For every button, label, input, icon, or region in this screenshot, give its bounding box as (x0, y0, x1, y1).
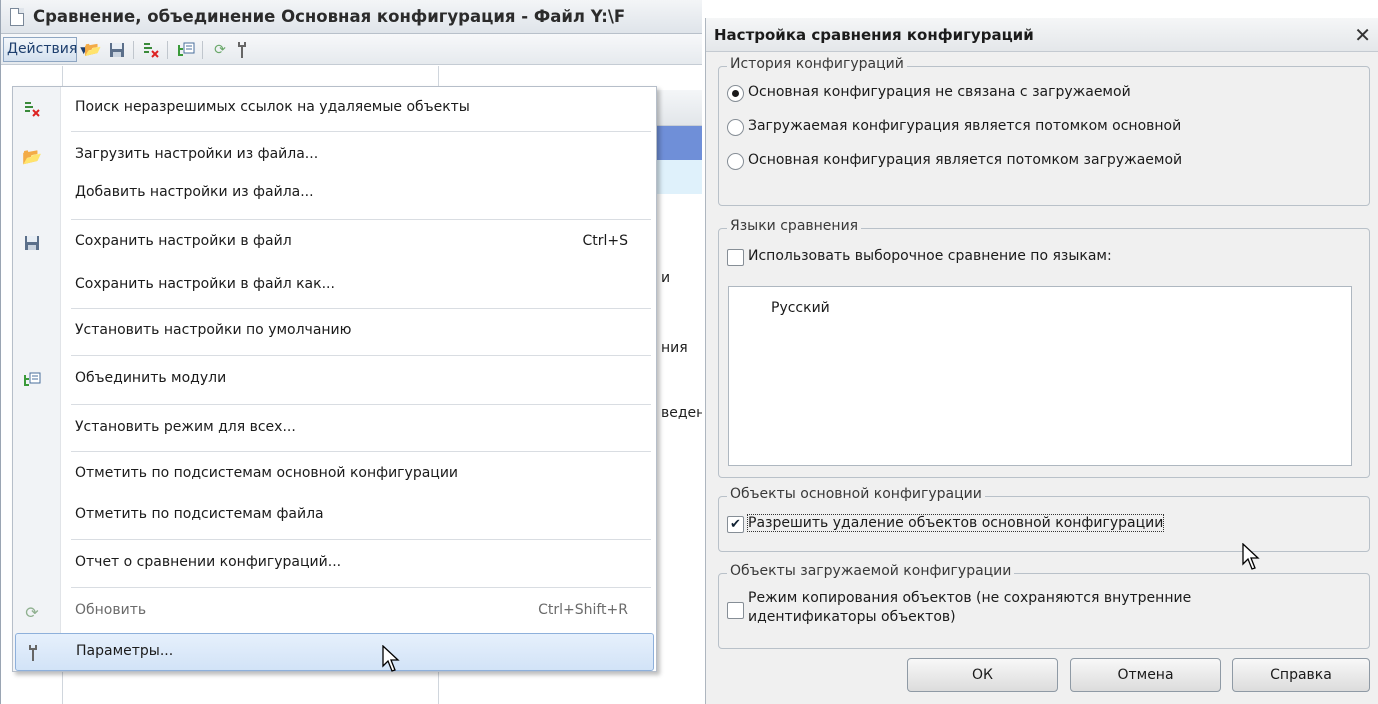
menu-item-label: Отчет о сравнении конфигураций... (75, 554, 342, 570)
merge-modules-icon (21, 369, 43, 391)
menu-item-shortcut: Ctrl+Shift+R (538, 602, 628, 618)
checkbox[interactable] (727, 602, 744, 619)
menu-item-label: Добавить настройки из файла... (75, 184, 314, 200)
merge-modules-icon[interactable] (177, 41, 195, 59)
close-icon[interactable]: ✕ (1354, 23, 1371, 47)
toolbar-separator (133, 41, 134, 59)
checkbox[interactable]: ✔ (727, 516, 744, 533)
folder-open-icon[interactable]: 📂 (84, 41, 102, 59)
menu-separator (71, 308, 651, 309)
checkbox[interactable] (727, 249, 744, 266)
refresh-icon[interactable]: ⟳ (211, 41, 229, 59)
folder-open-icon: 📂 (22, 146, 42, 166)
toolbar-separator (202, 41, 203, 59)
window-title: Сравнение, объединение Основная конфигур… (33, 7, 626, 26)
radio-button[interactable] (727, 119, 744, 136)
document-icon (10, 8, 24, 26)
menu-item-save-settings[interactable]: Сохранить настройки в файл Ctrl+S (13, 224, 656, 262)
actions-menu-button[interactable]: Действия ▼ (3, 37, 87, 62)
menu-item-label: Установить настройки по умолчанию (75, 322, 352, 338)
toolbar-separator (167, 41, 168, 59)
menu-separator (71, 587, 651, 588)
menu-item-add-settings[interactable]: Добавить настройки из файла... (13, 175, 656, 213)
menu-item-label: Сохранить настройки в файл (75, 233, 292, 249)
dialog-titlebar: Настройка сравнения конфигураций ✕ (706, 18, 1378, 52)
dialog-title: Настройка сравнения конфигураций (714, 26, 1034, 44)
mouse-cursor-icon (382, 645, 400, 672)
actions-dropdown-menu: Поиск неразрешимых ссылок на удаляемые о… (12, 86, 657, 672)
loaded-objects-group: Объекты загружаемой конфигурации Режим к… (718, 563, 1370, 649)
menu-item-label: Отметить по подсистемам файла (75, 506, 324, 522)
wrench-icon (22, 642, 44, 664)
menu-separator (71, 355, 651, 356)
checkbox-label-line2: идентификаторы объектов) (748, 609, 956, 625)
wrench-icon[interactable] (233, 41, 251, 59)
comparison-settings-dialog: Настройка сравнения конфигураций ✕ Истор… (705, 18, 1378, 704)
main-objects-group: Объекты основной конфигурации ✔ Разрешит… (718, 486, 1370, 552)
menu-item-shortcut: Ctrl+S (582, 233, 628, 249)
menu-item-mark-file-subsystems[interactable]: Отметить по подсистемам файла (13, 497, 656, 535)
group-title: Языки сравнения (727, 218, 862, 234)
menu-item-find-unresolved-links[interactable]: Поиск неразрешимых ссылок на удаляемые о… (13, 90, 656, 128)
menu-item-label: Обновить (75, 602, 147, 618)
floppy-icon (21, 232, 43, 254)
group-title: Объекты загружаемой конфигурации (727, 563, 1015, 579)
menu-item-parameters[interactable]: Параметры... (15, 633, 654, 671)
radio-label: Основная конфигурация является потомком … (748, 152, 1183, 168)
menu-item-default-settings[interactable]: Установить настройки по умолчанию (13, 313, 656, 351)
group-title: История конфигураций (727, 56, 907, 72)
menu-item-label: Загрузить настройки из файла... (75, 146, 319, 162)
tree-row-text: и (661, 270, 671, 286)
tree-row-text: ния (661, 340, 688, 356)
menu-separator (71, 451, 651, 452)
menu-item-label: Отметить по подсистемам основной конфигу… (75, 465, 459, 481)
languages-list[interactable]: Русский (728, 286, 1352, 466)
menu-item-comparison-report[interactable]: Отчет о сравнении конфигураций... (13, 545, 656, 583)
checkbox-label: Использовать выборочное сравнение по язы… (748, 248, 1112, 264)
cancel-button[interactable]: Отмена (1070, 658, 1221, 692)
menu-item-mark-main-subsystems[interactable]: Отметить по подсистемам основной конфигу… (13, 456, 656, 494)
search-links-icon[interactable] (142, 41, 160, 59)
menu-item-label: Поиск неразрешимых ссылок на удаляемые о… (75, 99, 470, 115)
radio-button[interactable] (727, 153, 744, 170)
help-button[interactable]: Справка (1232, 658, 1370, 692)
refresh-icon: ⟳ (25, 602, 39, 622)
floppy-icon[interactable] (108, 41, 126, 59)
menu-item-load-settings[interactable]: 📂 Загрузить настройки из файла... (13, 137, 656, 175)
group-title: Объекты основной конфигурации (727, 486, 985, 502)
search-links-icon (21, 98, 43, 120)
history-group: История конфигураций Основная конфигурац… (718, 56, 1370, 206)
menu-separator (71, 404, 651, 405)
toolbar: Действия ▼ 📂 ⟳ (1, 34, 702, 65)
menu-item-refresh[interactable]: ⟳ Обновить Ctrl+Shift+R (13, 593, 656, 631)
menu-separator (71, 131, 651, 132)
menu-item-label: Параметры... (76, 643, 174, 659)
menu-item-save-settings-as[interactable]: Сохранить настройки в файл как... (13, 267, 656, 305)
menu-item-set-mode-all[interactable]: Установить режим для всех... (13, 410, 656, 448)
radio-label: Загружаемая конфигурация является потомк… (748, 118, 1182, 134)
menu-item-merge-modules[interactable]: Объединить модули (13, 361, 656, 399)
radio-label: Основная конфигурация не связана с загру… (748, 84, 1131, 100)
window-titlebar: Сравнение, объединение Основная конфигур… (1, 0, 702, 34)
menu-separator (71, 219, 651, 220)
menu-separator (71, 539, 651, 540)
checkbox-label-line1: Режим копирования объектов (не сохраняют… (748, 590, 1192, 606)
mouse-cursor-icon (1242, 543, 1260, 570)
menu-item-label: Установить режим для всех... (75, 419, 296, 435)
tree-row-text: веден (661, 405, 702, 421)
languages-group: Языки сравнения Использовать выборочное … (718, 218, 1370, 478)
ok-button[interactable]: ОК (907, 658, 1058, 692)
radio-button[interactable] (727, 85, 744, 102)
menu-item-label: Объединить модули (75, 370, 227, 386)
menu-item-label: Сохранить настройки в файл как... (75, 276, 335, 292)
comparison-window: Сравнение, объединение Основная конфигур… (0, 0, 702, 704)
language-item[interactable]: Русский (771, 300, 830, 316)
actions-label: Действия (7, 41, 78, 57)
checkbox-label: Разрешить удаление объектов основной кон… (746, 514, 1165, 532)
